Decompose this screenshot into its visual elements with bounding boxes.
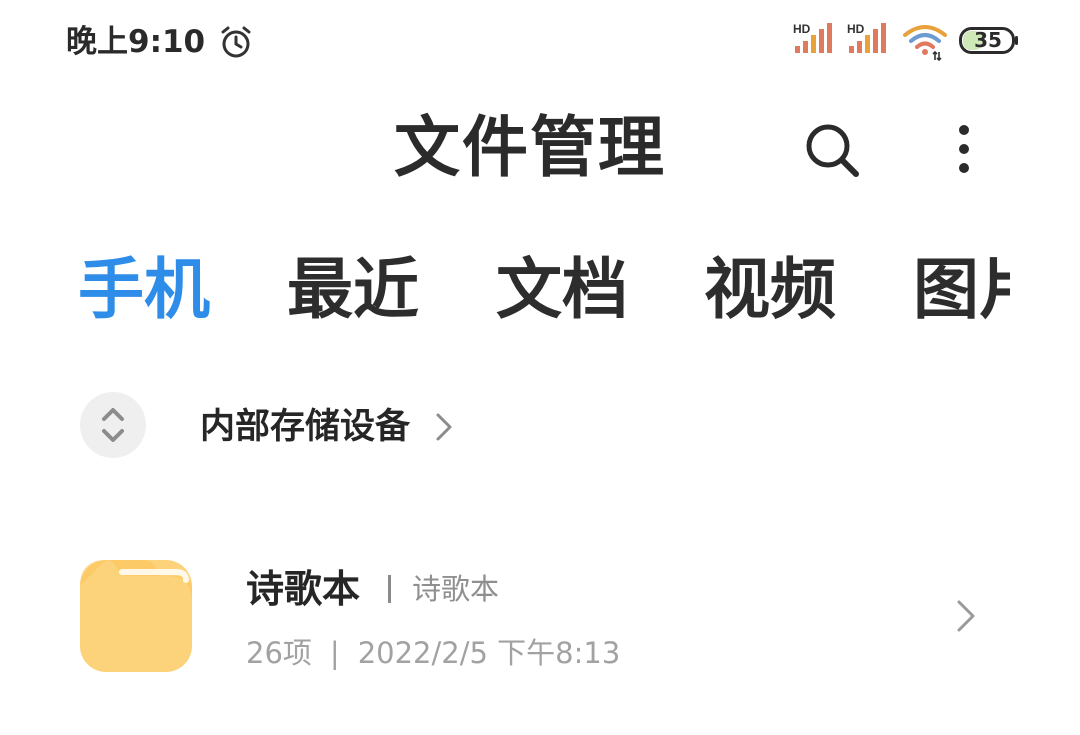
tab-pictures[interactable]: 图片 bbox=[913, 245, 1010, 335]
folder-icon bbox=[80, 560, 192, 672]
wifi-icon bbox=[903, 25, 947, 62]
more-vertical-icon bbox=[959, 125, 969, 173]
status-bar: 晚上9:10 HD HD 35 bbox=[0, 0, 1080, 84]
search-icon bbox=[806, 124, 859, 177]
tab-recent[interactable]: 最近 bbox=[287, 245, 419, 335]
tab-phone[interactable]: 手机 bbox=[78, 245, 210, 335]
chevron-right-icon bbox=[957, 600, 975, 632]
page-title: 文件管理 bbox=[394, 109, 666, 186]
item-count: 26项 bbox=[246, 636, 312, 670]
storage-breadcrumb[interactable]: 内部存储设备 bbox=[200, 404, 410, 450]
status-time: 晚上9:10 bbox=[66, 24, 206, 60]
modified-date: 2022/2/5 下午8:13 bbox=[357, 636, 621, 670]
chevron-right-icon bbox=[436, 413, 452, 441]
hd-label: HD bbox=[793, 22, 811, 36]
list-item[interactable]: 诗歌本 诗歌本 26项 | 2022/2/5 下午8:13 bbox=[0, 540, 1080, 700]
search-button[interactable] bbox=[800, 118, 864, 182]
divider: | bbox=[329, 636, 340, 670]
folder-meta: 26项 | 2022/2/5 下午8:13 bbox=[246, 632, 620, 674]
alarm-clock-icon bbox=[221, 26, 251, 58]
cellular-signal-icon: HD bbox=[793, 22, 832, 53]
divider bbox=[388, 575, 391, 603]
storage-switch-button[interactable] bbox=[80, 392, 146, 458]
folder-alias: 诗歌本 bbox=[412, 572, 500, 606]
tab-documents[interactable]: 文档 bbox=[496, 245, 628, 335]
category-tabs: 手机 最近 文档 视频 图片 bbox=[0, 245, 1010, 337]
folder-name: 诗歌本 bbox=[246, 567, 361, 611]
battery-level: 35 bbox=[974, 28, 1002, 52]
expand-collapse-icon bbox=[102, 408, 124, 442]
hd-label: HD bbox=[847, 22, 865, 36]
tab-videos[interactable]: 视频 bbox=[704, 245, 836, 335]
cellular-signal-icon: HD bbox=[847, 22, 886, 53]
more-options-button[interactable] bbox=[944, 118, 984, 182]
